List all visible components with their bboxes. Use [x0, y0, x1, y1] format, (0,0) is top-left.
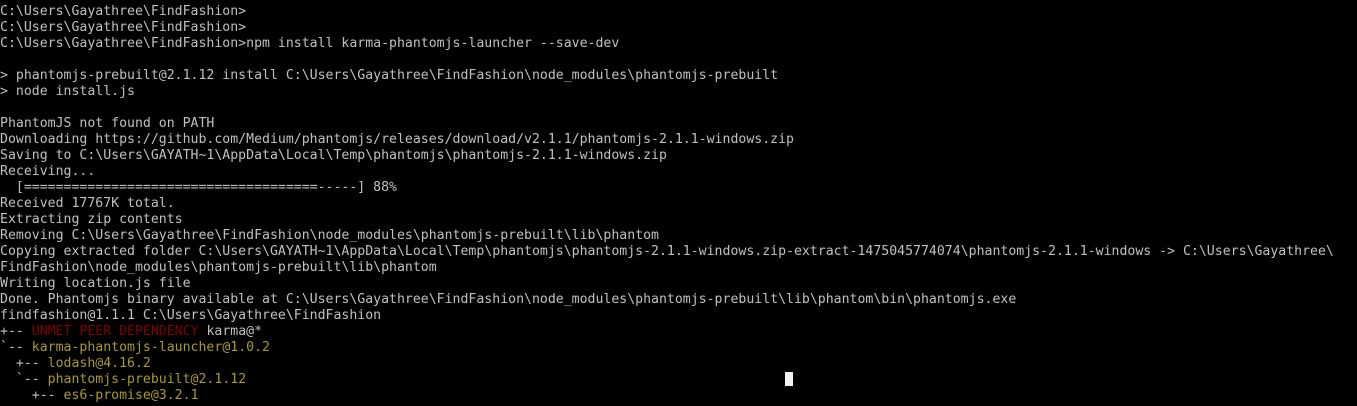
- terminal-text-segment: Writing location.js file: [0, 276, 191, 291]
- terminal-text-segment: +--: [0, 324, 32, 339]
- terminal-line: +-- lodash@4.16.2: [0, 356, 1357, 372]
- terminal-text-segment: es6-promise@3.2.1: [63, 388, 199, 403]
- terminal-text-segment: Saving to C:\Users\GAYATH~1\AppData\Loca…: [0, 148, 667, 163]
- terminal-text-segment: karma@*: [198, 324, 263, 339]
- terminal-line: +-- es6-promise@3.2.1: [0, 388, 1357, 404]
- terminal-text-segment: +--: [0, 356, 48, 371]
- terminal-text-segment: > node install.js: [0, 84, 135, 99]
- terminal-text-segment: C:\Users\Gayathree\FindFashion>: [0, 4, 247, 19]
- terminal-text-segment: `--: [0, 372, 48, 387]
- terminal-text-segment: > phantomjs-prebuilt@2.1.12 install C:\U…: [0, 68, 779, 83]
- terminal-line: C:\Users\Gayathree\FindFashion>: [0, 20, 1357, 36]
- terminal-output[interactable]: C:\Users\Gayathree\FindFashion> C:\Users\…: [0, 4, 1357, 406]
- terminal-line: `-- karma-phantomjs-launcher@1.0.2: [0, 340, 1357, 356]
- terminal-text-segment: Downloading https://github.com/Medium/ph…: [0, 132, 794, 147]
- terminal-line: > node install.js: [0, 84, 1357, 100]
- terminal-line: +-- UNMET PEER DEPENDENCY karma@*: [0, 324, 1357, 340]
- terminal-text-segment: karma-phantomjs-launcher@1.0.2: [31, 340, 270, 355]
- terminal-line: > phantomjs-prebuilt@2.1.12 install C:\U…: [0, 68, 1357, 84]
- terminal-text-segment: [=====================================--…: [0, 180, 397, 195]
- terminal-line: Saving to C:\Users\GAYATH~1\AppData\Loca…: [0, 148, 1357, 164]
- terminal-text-segment: Receiving...: [0, 164, 96, 179]
- terminal-text-segment: Done. Phantomjs binary available at C:\U…: [0, 292, 1017, 307]
- terminal-text-segment: PhantomJS not found on PATH: [0, 116, 215, 131]
- terminal-line: Extracting zip contents: [0, 212, 1357, 228]
- terminal-line: PhantomJS not found on PATH: [0, 116, 1357, 132]
- terminal-text-segment: Removing C:\Users\Gayathree\FindFashion\…: [0, 228, 659, 243]
- terminal-text-segment: `--: [0, 340, 32, 355]
- terminal-line: Copying extracted folder C:\Users\GAYATH…: [0, 244, 1357, 260]
- terminal-line: findfashion@1.1.1 C:\Users\Gayathree\Fin…: [0, 308, 1357, 324]
- terminal-line: Removing C:\Users\Gayathree\FindFashion\…: [0, 228, 1357, 244]
- terminal-text-segment: +--: [0, 388, 64, 403]
- terminal-text-segment: UNMET PEER DEPENDENCY: [31, 324, 199, 339]
- terminal-text-segment: Extracting zip contents: [0, 212, 183, 227]
- terminal-line: Done. Phantomjs binary available at C:\U…: [0, 292, 1357, 308]
- terminal-text-segment: lodash@4.16.2: [47, 356, 151, 371]
- terminal-line: [=====================================--…: [0, 180, 1357, 196]
- terminal-text-segment: phantomjs-prebuilt@2.1.12: [47, 372, 247, 387]
- terminal-line: Downloading https://github.com/Medium/ph…: [0, 132, 1357, 148]
- terminal-line: Receiving...: [0, 164, 1357, 180]
- terminal-line: C:\Users\Gayathree\FindFashion>: [0, 4, 1357, 20]
- terminal-line: `-- phantomjs-prebuilt@2.1.12: [0, 372, 1357, 388]
- terminal-text-segment: C:\Users\Gayathree\FindFashion>: [0, 20, 247, 35]
- terminal-text-segment: FindFashion\node_modules\phantomjs-prebu…: [0, 260, 437, 275]
- terminal-line: Received 17767K total.: [0, 196, 1357, 212]
- terminal-line: C:\Users\Gayathree\FindFashion>npm insta…: [0, 36, 1357, 52]
- terminal-text-segment: C:\Users\Gayathree\FindFashion>npm insta…: [0, 36, 620, 51]
- terminal-text-segment: findfashion@1.1.1 C:\Users\Gayathree\Fin…: [0, 308, 382, 323]
- terminal-text-segment: Received 17767K total.: [0, 196, 175, 211]
- text-cursor: [785, 372, 793, 386]
- terminal-line: FindFashion\node_modules\phantomjs-prebu…: [0, 260, 1357, 276]
- terminal-line: Writing location.js file: [0, 276, 1357, 292]
- terminal-text-segment: Copying extracted folder C:\Users\GAYATH…: [0, 244, 1334, 259]
